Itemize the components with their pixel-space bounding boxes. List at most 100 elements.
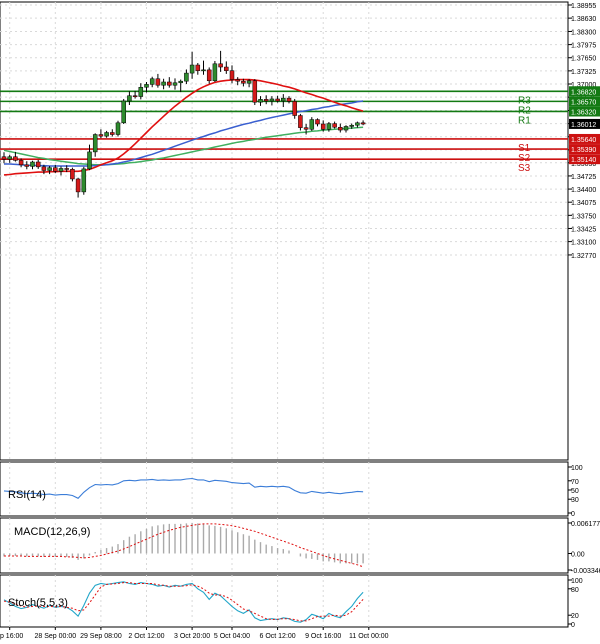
level-name-r1: R1 [518,115,531,126]
candle-body [47,167,52,171]
candle-body [53,167,58,172]
candle-body [269,98,275,102]
x-tick-label: 28 Sep 00:00 [34,633,76,640]
candle-body [246,80,252,84]
candle-body [309,119,315,130]
candle-body [75,178,81,193]
y-tick-label: 1.32770 [571,253,596,260]
x-tick-label: 11 Oct 00:00 [349,633,389,640]
candle-body [258,99,263,103]
y-tick-label: 1.33425 [571,226,596,233]
candle-body [121,100,126,124]
level-price-label: 1.36820 [571,89,596,96]
candle-body [292,101,297,116]
candle-body [149,78,155,85]
y-tick-label: 1.38955 [571,3,596,10]
stoch-tick-label: 20 [571,613,579,620]
rsi-tick-label: 70 [571,479,579,486]
candle-body [201,69,206,72]
stoch-tick-label: 100 [571,578,583,585]
candle-body [70,169,75,180]
candle-body [286,97,292,102]
candle-body [189,64,195,74]
current-price-label: 1.36012 [571,122,596,129]
rsi-label: RSI(14) [8,489,46,501]
candle-body [343,126,349,131]
candle-body [18,160,24,166]
candle-body [338,126,343,131]
candle-body [303,127,309,130]
candle-body [1,156,7,160]
level-price-label: 1.36320 [571,109,596,116]
candle-body [298,115,303,128]
macd-tick-label: 0.006177 [571,521,600,528]
candle-body [87,151,92,170]
candle-body [218,63,223,68]
level-price-label: 1.35140 [571,157,596,164]
x-tick-label: 6 Oct 12:00 [259,633,295,640]
candle-body [281,97,286,102]
candle-body [58,168,64,172]
rsi-tick-label: 0 [571,511,575,518]
candle-body [81,168,87,193]
candle-body [41,166,47,171]
candle-body [235,79,240,82]
candle-body [110,132,115,135]
candle-body [241,80,246,84]
macd-label: MACD(12,26,9) [14,526,90,538]
candle-body [263,99,269,102]
stoch-tick-label: 80 [571,587,579,594]
y-tick-label: 1.38630 [571,16,596,23]
candle-body [7,156,12,160]
level-name-s3: S3 [518,163,531,174]
y-tick-label: 1.38300 [571,29,596,36]
candle-body [138,86,144,97]
candle-body [64,168,69,170]
level-price-label: 1.35640 [571,137,596,144]
forex-chart: 1.38955 1.38630 1.38300 1.37975 1.37650 1.373… [0,1,600,640]
candle-body [132,95,138,97]
candle-body [167,81,172,86]
candle-body [360,122,366,125]
candle-body [127,95,132,102]
candle-body [206,69,212,82]
rsi-tick-label: 30 [571,497,579,504]
candle-body [229,70,235,80]
macd-tick-label: 0.00 [571,551,585,558]
rsi-panel-frame [0,461,569,517]
level-price-label: 1.36570 [571,99,596,106]
candle-body [184,72,189,82]
candle-body [315,119,320,125]
candle-body [172,82,178,86]
candle-body [224,66,229,71]
candle-body [24,164,30,167]
candle-body [252,80,258,103]
candle-body [320,123,326,130]
y-tick-label: 1.37650 [571,56,596,63]
x-tick-label: 9 Oct 16:00 [305,633,341,640]
candle-body [355,122,360,126]
stoch-tick-label: 0 [571,622,575,629]
x-tick-label: 2 Oct 12:00 [128,633,164,640]
x-tick-label: 3 Oct 20:00 [174,633,210,640]
level-price-label: 1.35390 [571,147,596,154]
y-tick-label: 1.33100 [571,240,596,247]
candle-body [178,80,183,84]
y-tick-label: 1.37975 [571,43,596,50]
y-tick-label: 1.33750 [571,213,596,220]
candle-body [30,161,35,167]
candle-body [332,123,337,128]
candle-body [212,63,218,82]
stoch-panel-frame [0,574,569,628]
candle-body [195,64,201,71]
candle-body [349,124,354,127]
candle-body [98,134,104,137]
candle-body [92,134,98,153]
y-tick-label: 1.34400 [571,187,596,194]
candle-body [115,122,121,135]
candle-body [326,123,332,130]
x-tick-label: ep 16:00 [0,633,23,640]
macd-tick-label: -0.003346 [571,568,600,575]
candle-body [155,78,161,86]
candle-body [161,81,166,86]
